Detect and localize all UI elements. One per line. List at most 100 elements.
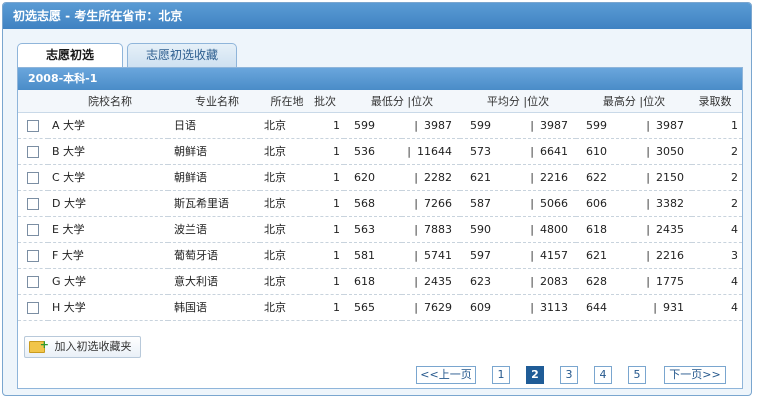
add-to-favorites-button[interactable]: 加入初选收藏夹: [24, 335, 141, 358]
row-checkbox-icon[interactable]: [27, 249, 39, 262]
max-rank: 2435: [656, 222, 684, 236]
selection-panel: 初选志愿 - 考生所在省市：北京 志愿初选 志愿初选收藏 2008-本科-1 院…: [2, 2, 752, 396]
pagination: <<上一页 1 2 3 4 5 下一页>>: [416, 366, 728, 386]
max-score: 618: [576, 216, 634, 243]
max-score: 621: [576, 242, 634, 269]
admit-count: 4: [692, 294, 742, 321]
tab-favorites[interactable]: 志愿初选收藏: [127, 43, 237, 67]
header-avg-score: 平均分 |位次: [460, 90, 576, 113]
admit-count: 4: [692, 268, 742, 295]
avg-rank: 6641: [540, 144, 568, 158]
table-row: G 大学 意大利语 北京 1 618 | 2435 623 | 2083 628 | 1775 4: [18, 268, 742, 295]
school-name: D 大学: [48, 190, 168, 217]
school-name: C 大学: [48, 164, 168, 191]
avg-rank: 5066: [540, 196, 568, 210]
page-button-3[interactable]: 3: [560, 366, 578, 384]
avg-score: 587: [460, 190, 518, 217]
admit-count: 2: [692, 138, 742, 165]
row-checkbox-icon[interactable]: [27, 275, 39, 288]
page-button-4[interactable]: 4: [594, 366, 612, 384]
page-button-5[interactable]: 5: [628, 366, 646, 384]
max-score: 622: [576, 164, 634, 191]
separator: |: [646, 248, 650, 262]
row-checkbox-icon[interactable]: [27, 223, 39, 236]
major-name: 波兰语: [168, 216, 260, 243]
max-rank: 3050: [656, 144, 684, 158]
next-page-button[interactable]: 下一页>>: [664, 366, 726, 384]
min-rank: 2282: [424, 170, 452, 184]
separator: |: [407, 144, 411, 158]
admit-count: 4: [692, 216, 742, 243]
batch: 1: [310, 268, 344, 295]
avg-score: 609: [460, 294, 518, 321]
max-rank: 3987: [656, 118, 684, 132]
tab-content: 2008-本科-1 院校名称 专业名称 所在地 批次 最低分 |位次 平均分 |…: [17, 67, 743, 389]
avg-rank: 4800: [540, 222, 568, 236]
avg-rank: 3987: [540, 118, 568, 132]
separator: |: [414, 248, 418, 262]
separator: |: [653, 300, 657, 314]
separator: |: [530, 248, 534, 262]
prev-page-button[interactable]: <<上一页: [416, 366, 476, 384]
admit-count: 3: [692, 242, 742, 269]
min-score: 563: [344, 216, 402, 243]
school-name: B 大学: [48, 138, 168, 165]
batch: 1: [310, 164, 344, 191]
location: 北京: [260, 294, 310, 321]
table-row: D 大学 斯瓦希里语 北京 1 568 | 7266 587 | 5066 606 | 3382 2: [18, 190, 742, 217]
tab-initial-selection[interactable]: 志愿初选: [17, 43, 123, 68]
major-name: 朝鲜语: [168, 138, 260, 165]
location: 北京: [260, 190, 310, 217]
min-rank: 7883: [424, 222, 452, 236]
row-checkbox-icon[interactable]: [27, 145, 39, 158]
separator: |: [530, 222, 534, 236]
avg-score: 599: [460, 112, 518, 139]
page-button-1[interactable]: 1: [492, 366, 510, 384]
min-score: 568: [344, 190, 402, 217]
table-row: E 大学 波兰语 北京 1 563 | 7883 590 | 4800 618 | 2435 4: [18, 216, 742, 243]
batch: 1: [310, 242, 344, 269]
batch: 1: [310, 138, 344, 165]
min-rank: 7266: [424, 196, 452, 210]
folder-add-icon: [29, 335, 49, 355]
min-rank: 7629: [424, 300, 452, 314]
location: 北京: [260, 268, 310, 295]
row-checkbox-icon[interactable]: [27, 119, 39, 132]
max-rank: 1775: [656, 274, 684, 288]
min-rank: 3987: [424, 118, 452, 132]
separator: |: [414, 118, 418, 132]
min-score: 565: [344, 294, 402, 321]
batch: 1: [310, 294, 344, 321]
school-name: F 大学: [48, 242, 168, 269]
separator: |: [530, 118, 534, 132]
row-checkbox-icon[interactable]: [27, 301, 39, 314]
row-checkbox-icon[interactable]: [27, 197, 39, 210]
max-score: 599: [576, 112, 634, 139]
separator: |: [530, 196, 534, 210]
page-button-2-current[interactable]: 2: [526, 366, 544, 384]
row-checkbox-icon[interactable]: [27, 171, 39, 184]
avg-rank: 2083: [540, 274, 568, 288]
table-header-row: 院校名称 专业名称 所在地 批次 最低分 |位次 平均分 |位次 最高分 |位次…: [18, 90, 742, 113]
location: 北京: [260, 164, 310, 191]
separator: |: [414, 170, 418, 184]
major-name: 韩国语: [168, 294, 260, 321]
avg-score: 573: [460, 138, 518, 165]
separator: |: [530, 300, 534, 314]
header-admit-count: 录取数: [692, 90, 742, 113]
min-score: 599: [344, 112, 402, 139]
table-row: B 大学 朝鲜语 北京 1 536 | 11644 573 | 6641 610 | 3050 2: [18, 138, 742, 165]
min-score: 581: [344, 242, 402, 269]
avg-score: 621: [460, 164, 518, 191]
location: 北京: [260, 112, 310, 139]
major-name: 朝鲜语: [168, 164, 260, 191]
major-name: 斯瓦希里语: [168, 190, 260, 217]
separator: |: [646, 274, 650, 288]
min-rank: 5741: [424, 248, 452, 262]
major-name: 葡萄牙语: [168, 242, 260, 269]
min-rank: 2435: [424, 274, 452, 288]
major-name: 意大利语: [168, 268, 260, 295]
header-batch: 批次: [310, 90, 344, 113]
window-title: 初选志愿 - 考生所在省市：北京: [3, 3, 751, 29]
header-major: 专业名称: [168, 90, 260, 113]
